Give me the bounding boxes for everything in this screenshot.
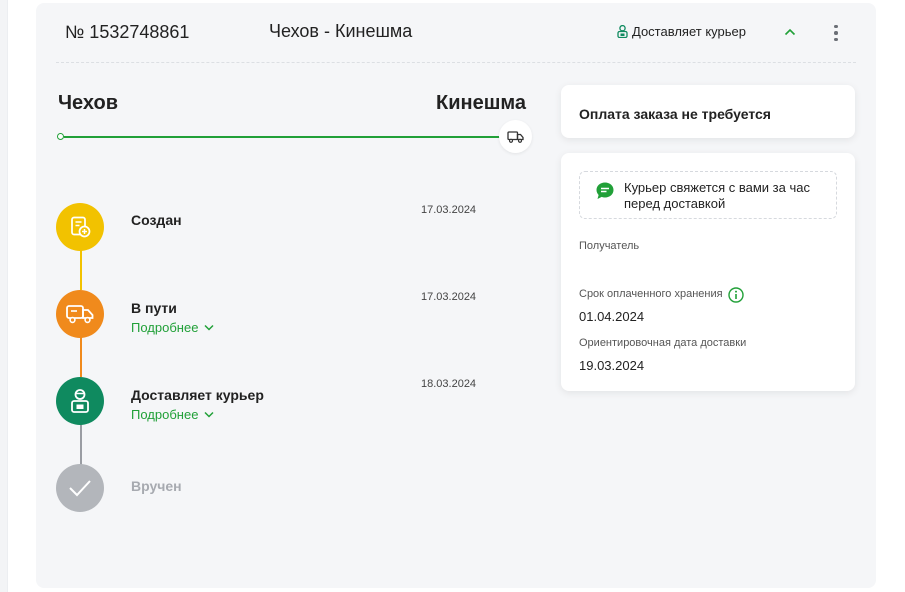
route-progress-bar xyxy=(64,136,500,138)
step-title: В пути xyxy=(131,300,177,316)
more-menu-button[interactable] xyxy=(828,21,844,45)
kebab-menu-icon xyxy=(834,24,838,29)
checkmark-icon xyxy=(69,480,91,497)
route-progress-line xyxy=(57,132,502,142)
route-to-city: Кинешма xyxy=(436,92,527,114)
storage-label: Срок оплаченного хранения xyxy=(579,288,723,300)
status-text: Доставляет курьер xyxy=(632,24,746,39)
route-end-marker xyxy=(499,120,532,153)
step-title: Вручен xyxy=(131,478,182,494)
courier-icon xyxy=(71,389,89,413)
chevron-down-icon xyxy=(204,324,214,331)
step-date: 18.03.2024 xyxy=(421,378,477,390)
timeline-step-courier: Доставляет курьер 18.03.2024 Подробнее xyxy=(56,377,536,427)
details-label: Подробнее xyxy=(131,320,199,335)
header-divider xyxy=(56,62,856,63)
truck-icon xyxy=(507,130,524,143)
timeline-connector xyxy=(80,423,82,465)
step-title: Создан xyxy=(131,212,182,228)
delivery-date-value: 19.03.2024 xyxy=(579,358,645,373)
status-chip: Доставляет курьер xyxy=(617,24,746,39)
storage-value: 01.04.2024 xyxy=(579,309,645,324)
step-title: Доставляет курьер xyxy=(131,387,264,403)
side-panel-edge xyxy=(0,0,8,592)
chevron-up-icon xyxy=(784,28,796,36)
timeline-connector xyxy=(80,249,82,290)
order-number: № 1532748861 xyxy=(65,22,190,42)
document-add-icon xyxy=(71,216,91,238)
payment-status-text: Оплата заказа не требуется xyxy=(579,106,771,122)
chat-icon xyxy=(595,181,615,206)
step-icon-courier xyxy=(56,377,104,425)
step-icon-created xyxy=(56,203,104,251)
courier-notice-text: Курьер свяжется с вами за час перед дост… xyxy=(624,180,810,211)
courier-notice: Курьер свяжется с вами за час перед дост… xyxy=(579,171,837,219)
route-title: Чехов - Кинешма xyxy=(269,21,413,41)
collapse-button[interactable] xyxy=(780,22,800,42)
step-details-link[interactable]: Подробнее xyxy=(131,320,214,335)
payment-status-card: Оплата заказа не требуется xyxy=(561,85,855,138)
step-icon-in-transit xyxy=(56,290,104,338)
details-label: Подробнее xyxy=(131,407,199,422)
timeline-step-in-transit: В пути 17.03.2024 Подробнее xyxy=(56,290,536,340)
order-card: № 1532748861 Чехов - Кинешма Доставляет … xyxy=(36,3,876,588)
delivery-date-label: Ориентировочная дата доставки xyxy=(579,337,747,349)
timeline-step-delivered: Вручен xyxy=(56,464,536,514)
step-date: 17.03.2024 xyxy=(421,204,477,216)
truck-icon xyxy=(66,305,94,324)
timeline-connector xyxy=(80,336,82,377)
info-icon[interactable] xyxy=(728,287,744,308)
step-date: 17.03.2024 xyxy=(421,291,477,303)
recipient-label: Получатель xyxy=(579,240,640,252)
step-icon-delivered xyxy=(56,464,104,512)
step-details-link[interactable]: Подробнее xyxy=(131,407,214,422)
courier-icon xyxy=(617,25,628,38)
timeline-step-created: Создан 17.03.2024 xyxy=(56,203,536,253)
route-from-city: Чехов xyxy=(58,92,119,114)
chevron-down-icon xyxy=(204,411,214,418)
delivery-info-card: Курьер свяжется с вами за час перед дост… xyxy=(561,153,855,391)
route-start-dot xyxy=(57,133,64,140)
